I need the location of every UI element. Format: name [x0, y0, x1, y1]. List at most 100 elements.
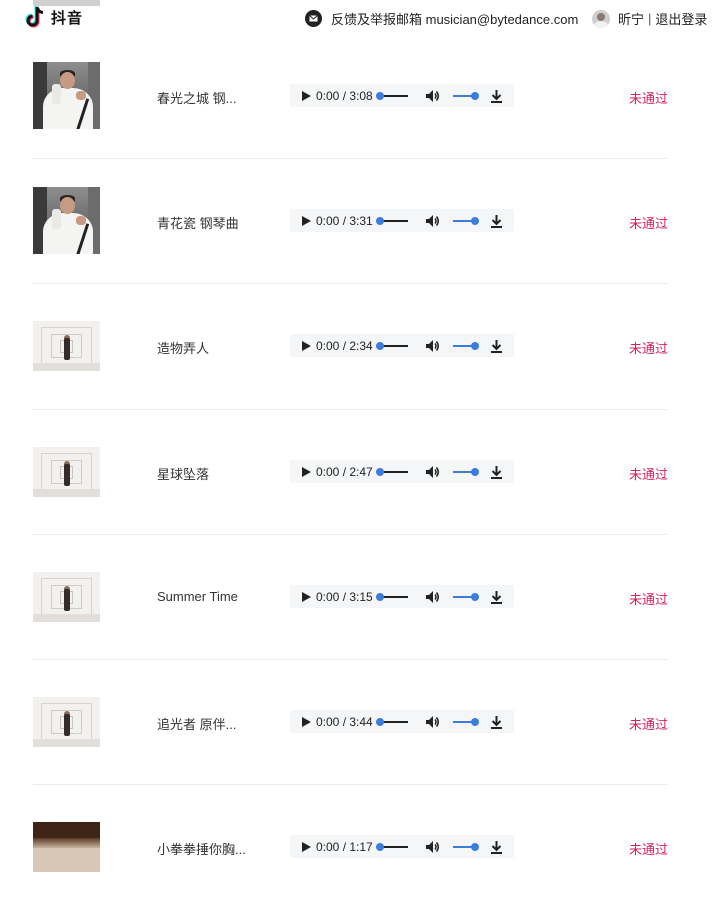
mail-icon: [305, 10, 322, 27]
playback-time: 0:00 / 1:17: [316, 839, 373, 854]
volume-handle[interactable]: [471, 467, 479, 476]
review-status-badge: 未通过: [628, 216, 668, 231]
track-row: 追光者 原伴... 0:00 / 3:44 未通过: [33, 659, 668, 784]
download-icon[interactable]: [490, 214, 503, 228]
track-row: Summer Time 0:00 / 3:15 未通过: [33, 534, 668, 659]
seek-handle[interactable]: [376, 216, 384, 225]
track-title: 春光之城 钢...: [157, 91, 237, 106]
volume-icon[interactable]: [425, 339, 440, 353]
seek-slider[interactable]: [376, 717, 408, 726]
tiktok-logo-icon: [25, 6, 44, 28]
user-info: 昕宁 | 退出登录: [592, 9, 707, 28]
logout-link[interactable]: 退出登录: [655, 9, 707, 28]
review-status-badge: 未通过: [628, 717, 668, 732]
track-cover-image: [33, 187, 100, 254]
feedback-text: 反馈及举报邮箱 musician@bytedance.com: [331, 12, 579, 27]
avatar[interactable]: [592, 9, 610, 28]
volume-handle[interactable]: [471, 842, 479, 851]
volume-slider[interactable]: [453, 842, 479, 851]
seek-slider[interactable]: [376, 842, 408, 851]
volume-slider[interactable]: [453, 717, 479, 726]
download-icon[interactable]: [490, 339, 503, 353]
seek-handle[interactable]: [376, 717, 384, 726]
track-cover-image: [33, 447, 100, 497]
play-icon[interactable]: [300, 215, 312, 227]
review-status-badge: 未通过: [628, 467, 668, 482]
track-title: 造物弄人: [157, 341, 210, 356]
seek-handle[interactable]: [376, 842, 384, 851]
seek-slider[interactable]: [376, 341, 408, 350]
review-status-badge: 未通过: [628, 341, 668, 356]
play-icon[interactable]: [300, 340, 312, 352]
playback-time: 0:00 / 3:08: [316, 88, 373, 103]
playback-time: 0:00 / 2:47: [316, 464, 373, 479]
play-icon[interactable]: [300, 90, 312, 102]
volume-icon[interactable]: [425, 465, 440, 479]
download-icon[interactable]: [490, 465, 503, 479]
review-status-badge: 未通过: [628, 91, 668, 106]
playback-time: 0:00 / 3:44: [316, 714, 373, 729]
seek-slider[interactable]: [376, 91, 408, 100]
volume-icon[interactable]: [425, 89, 440, 103]
audio-player[interactable]: 0:00 / 3:08: [290, 84, 514, 107]
track-row: 春光之城 钢... 0:00 / 3:08 未通过: [33, 33, 668, 158]
track-title: 青花瓷 钢琴曲: [157, 216, 239, 231]
track-cover-image: [33, 321, 100, 371]
top-header: 抖音 反馈及举报邮箱 musician@bytedance.com 昕宁 | 退…: [0, 0, 720, 34]
track-row: 星球坠落 0:00 / 2:47 未通过: [33, 409, 668, 534]
audio-player[interactable]: 0:00 / 2:47: [290, 460, 514, 483]
seek-slider[interactable]: [376, 216, 408, 225]
volume-icon[interactable]: [425, 715, 440, 729]
volume-slider[interactable]: [453, 216, 479, 225]
volume-icon[interactable]: [425, 214, 440, 228]
seek-slider[interactable]: [376, 592, 408, 601]
audio-player[interactable]: 0:00 / 2:34: [290, 334, 514, 357]
volume-icon[interactable]: [425, 840, 440, 854]
download-icon[interactable]: [490, 89, 503, 103]
playback-time: 0:00 / 2:34: [316, 338, 373, 353]
header-separator: |: [648, 11, 652, 26]
volume-icon[interactable]: [425, 590, 440, 604]
download-icon[interactable]: [490, 590, 503, 604]
track-title: 小拳拳捶你胸...: [157, 842, 246, 857]
review-status-badge: 未通过: [628, 592, 668, 607]
volume-handle[interactable]: [471, 717, 479, 726]
track-cover-image: [33, 822, 100, 872]
download-icon[interactable]: [490, 840, 503, 854]
audio-player[interactable]: 0:00 / 3:31: [290, 209, 514, 232]
seek-handle[interactable]: [376, 91, 384, 100]
logo-text: 抖音: [51, 9, 84, 27]
track-row: 小拳拳捶你胸... 0:00 / 1:17 未通过: [33, 784, 668, 909]
playback-time: 0:00 / 3:31: [316, 213, 373, 228]
volume-slider[interactable]: [453, 592, 479, 601]
seek-handle[interactable]: [376, 341, 384, 350]
play-icon[interactable]: [300, 841, 312, 853]
volume-handle[interactable]: [471, 341, 479, 350]
seek-slider[interactable]: [376, 467, 408, 476]
download-icon[interactable]: [490, 715, 503, 729]
audio-player[interactable]: 0:00 / 3:15: [290, 585, 514, 608]
track-cover-image: [33, 697, 100, 747]
track-row: 青花瓷 钢琴曲 0:00 / 3:31 未通过: [33, 158, 668, 283]
volume-handle[interactable]: [471, 216, 479, 225]
audio-player[interactable]: 0:00 / 3:44: [290, 710, 514, 733]
seek-handle[interactable]: [376, 592, 384, 601]
play-icon[interactable]: [300, 591, 312, 603]
user-name: 昕宁: [618, 12, 645, 27]
volume-handle[interactable]: [471, 592, 479, 601]
app-logo[interactable]: 抖音: [25, 5, 83, 29]
track-title: Summer Time: [157, 589, 238, 604]
volume-handle[interactable]: [471, 91, 479, 100]
volume-slider[interactable]: [453, 91, 479, 100]
track-cover-image: [33, 572, 100, 622]
track-title: 追光者 原伴...: [157, 717, 237, 732]
volume-slider[interactable]: [453, 467, 479, 476]
review-status-badge: 未通过: [628, 842, 668, 857]
play-icon[interactable]: [300, 716, 312, 728]
play-icon[interactable]: [300, 466, 312, 478]
seek-handle[interactable]: [376, 467, 384, 476]
volume-slider[interactable]: [453, 341, 479, 350]
audio-player[interactable]: 0:00 / 1:17: [290, 835, 514, 858]
track-title: 星球坠落: [157, 467, 210, 482]
track-cover-image: [33, 62, 100, 129]
